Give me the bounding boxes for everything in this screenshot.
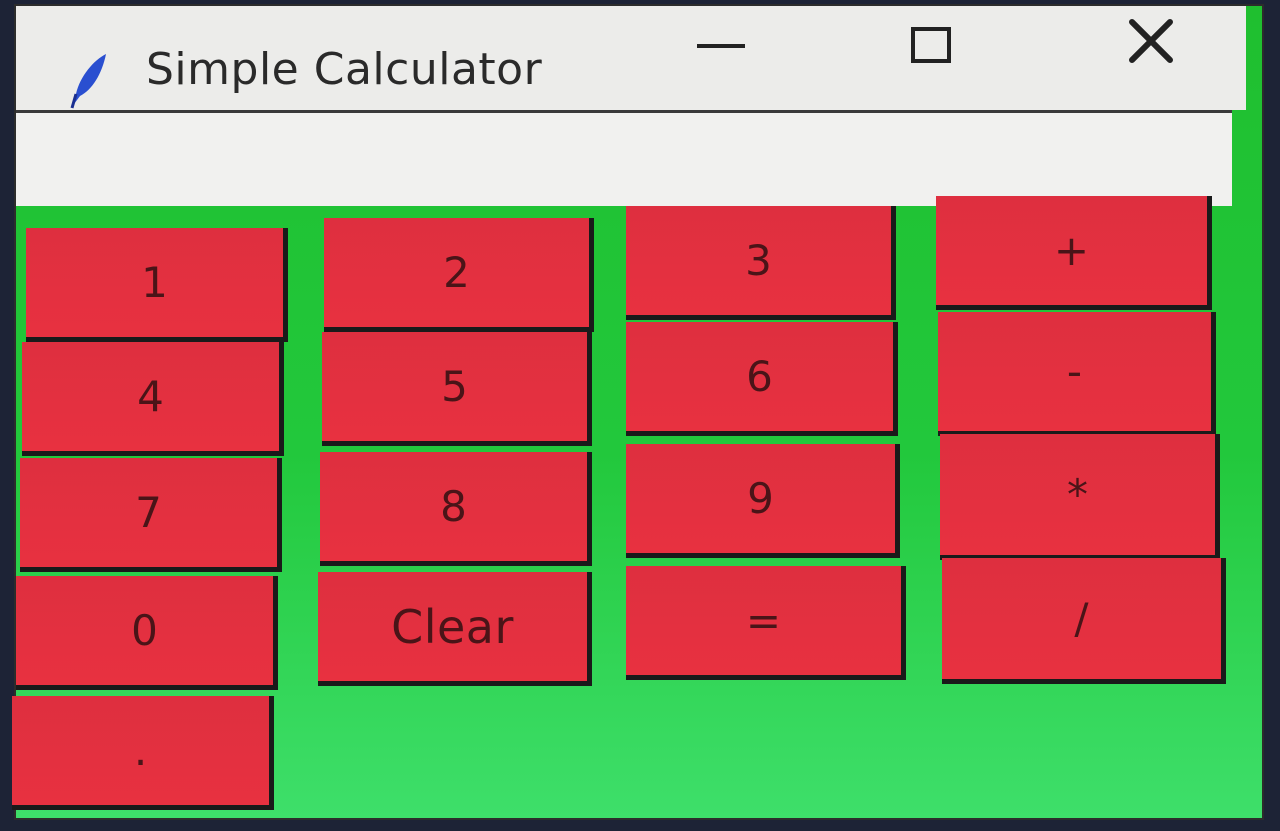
button-2-label: 2: [443, 248, 470, 297]
button-clear-label: Clear: [391, 599, 514, 654]
button-clear[interactable]: Clear: [318, 572, 592, 686]
button-1-label: 1: [141, 258, 168, 307]
button-4[interactable]: 4: [22, 342, 284, 456]
button-divide-label: /: [1074, 594, 1089, 643]
button-9[interactable]: 9: [626, 444, 900, 558]
button-0-label: 0: [131, 606, 158, 655]
maximize-button[interactable]: [886, 16, 976, 96]
button-6[interactable]: 6: [626, 322, 898, 436]
button-7[interactable]: 7: [20, 458, 282, 572]
button-3[interactable]: 3: [626, 206, 896, 320]
button-multiply[interactable]: *: [940, 434, 1220, 560]
minimize-button[interactable]: [676, 16, 766, 96]
button-3-label: 3: [745, 236, 772, 285]
button-0[interactable]: 0: [16, 576, 278, 690]
button-minus-label: -: [1066, 347, 1083, 396]
title-bar[interactable]: Simple Calculator: [16, 6, 1246, 110]
button-equals[interactable]: =: [626, 566, 906, 680]
button-1[interactable]: 1: [26, 228, 288, 342]
button-2[interactable]: 2: [324, 218, 594, 332]
window-title: Simple Calculator: [146, 44, 543, 95]
button-multiply-label: *: [1067, 470, 1088, 519]
button-plus[interactable]: +: [936, 196, 1212, 310]
button-8[interactable]: 8: [320, 452, 592, 566]
button-6-label: 6: [746, 352, 773, 401]
minimize-icon: [697, 44, 745, 48]
button-equals-label: =: [745, 596, 782, 645]
button-7-label: 7: [135, 488, 162, 537]
button-8-label: 8: [440, 482, 467, 531]
close-icon: [1129, 19, 1173, 63]
button-9-label: 9: [747, 474, 774, 523]
feather-icon: [66, 50, 114, 110]
button-dot[interactable]: .: [12, 696, 274, 810]
display-entry[interactable]: [16, 110, 1232, 206]
calculator-window: Simple Calculator 1 4 7 0 . 2 5 8 Clear …: [12, 4, 1264, 820]
close-button[interactable]: [1106, 16, 1196, 96]
button-dot-label: .: [133, 726, 148, 775]
maximize-icon: [911, 27, 951, 63]
button-plus-label: +: [1053, 226, 1090, 275]
button-5[interactable]: 5: [322, 332, 592, 446]
button-4-label: 4: [137, 372, 164, 421]
button-divide[interactable]: /: [942, 558, 1226, 684]
button-5-label: 5: [441, 362, 468, 411]
button-minus[interactable]: -: [938, 312, 1216, 436]
